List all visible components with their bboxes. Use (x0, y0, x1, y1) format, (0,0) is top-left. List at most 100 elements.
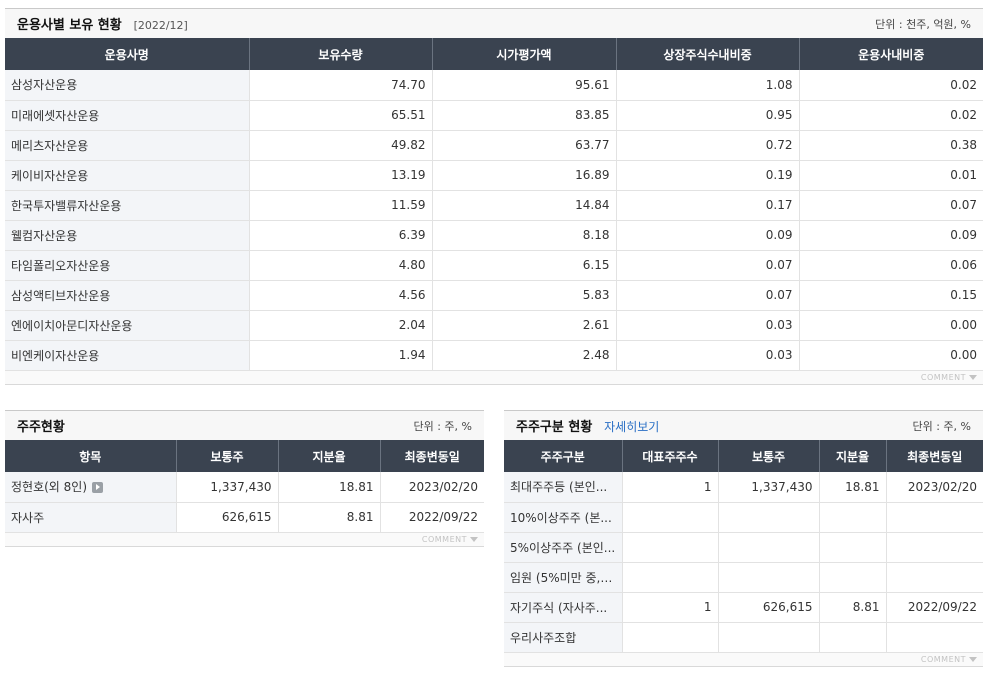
table-cell (717, 532, 819, 563)
table-row: 비엔케이자산운용 1.94 2.48 0.03 0.00 (5, 340, 983, 371)
table-cell (621, 622, 718, 653)
table-row: 임원 (5%미만 중, ... (504, 562, 983, 593)
table-cell: 6.15 (431, 250, 616, 281)
table-cell: 13.19 (248, 160, 432, 191)
column-header: 항목 (5, 440, 176, 472)
table-cell: 83.85 (431, 100, 616, 131)
table-cell: 626,615 (717, 592, 819, 623)
table-cell: 4.56 (248, 280, 432, 311)
table-cell (717, 562, 819, 593)
table-cell: 95.61 (431, 70, 616, 101)
table-cell (818, 532, 886, 563)
table-cell: 0.00 (798, 310, 983, 341)
table-row: 최대주주등 (본인... 1 1,337,430 18.81 2023/02/20 (504, 472, 983, 503)
row-label: 자사주 (5, 502, 176, 533)
column-header: 상장주식수내비중 (615, 38, 799, 70)
table-cell: 0.17 (615, 190, 799, 221)
row-label: 10%이상주주 (본... (504, 502, 622, 533)
table-row: 케이비자산운용 13.19 16.89 0.19 0.01 (5, 160, 983, 191)
column-header: 보통주 (717, 440, 819, 472)
table-row: 삼성액티브자산운용 4.56 5.83 0.07 0.15 (5, 280, 983, 311)
table-cell: 0.07 (798, 190, 983, 221)
chevron-down-icon (969, 374, 977, 380)
table-cell (717, 502, 819, 533)
row-label: 엔에이치아문디자산운용 (5, 310, 249, 341)
column-header: 운용사명 (5, 38, 249, 70)
fund-holdings-table: 운용사명 보유수량 시가평가액 상장주식수내비중 운용사내비중 삼성자산운용 74.70 9… (5, 38, 983, 371)
table-row: 정현호(외 8인) 1,337,430 18.81 2023/02/20 (5, 472, 484, 503)
table-cell: 2023/02/20 (379, 472, 484, 503)
table-cell: 14.84 (431, 190, 616, 221)
table-cell: 49.82 (248, 130, 432, 161)
table-cell: 2022/09/22 (379, 502, 484, 533)
comment-toggle[interactable]: COMMENT (422, 535, 478, 544)
column-header: 보통주 (175, 440, 278, 472)
shareholders-header: 주주현황 단위 : 주, % (5, 410, 484, 440)
table-cell: 0.38 (798, 130, 983, 161)
comment-toggle[interactable]: COMMENT (921, 655, 977, 664)
row-label: 임원 (5%미만 중, ... (504, 562, 622, 593)
row-label: 우리사주조합 (504, 622, 622, 653)
table-cell: 626,615 (175, 502, 278, 533)
table-cell: 1,337,430 (175, 472, 278, 503)
table-cell (818, 502, 886, 533)
column-header: 최종변동일 (379, 440, 484, 472)
shareholders-title: 주주현황 (17, 420, 65, 435)
table-cell: 16.89 (431, 160, 616, 191)
comment-toggle[interactable]: COMMENT (921, 373, 977, 382)
column-header: 지분율 (818, 440, 886, 472)
table-row: 타임폴리오자산운용 4.80 6.15 0.07 0.06 (5, 250, 983, 281)
table-cell: 65.51 (248, 100, 432, 131)
table-cell: 2.48 (431, 340, 616, 371)
table-cell: 0.09 (798, 220, 983, 251)
table-cell: 0.02 (798, 70, 983, 101)
shareholder-types-header: 주주구분 현황 자세히보기 단위 : 주, % (504, 410, 983, 440)
table-cell (818, 622, 886, 653)
table-cell: 74.70 (248, 70, 432, 101)
table-cell: 2.04 (248, 310, 432, 341)
row-label: 최대주주등 (본인... (504, 472, 622, 503)
table-cell: 11.59 (248, 190, 432, 221)
row-label: 웰컴자산운용 (5, 220, 249, 251)
row-label: 자기주식 (자사주... (504, 592, 622, 623)
table-row: 10%이상주주 (본... (504, 502, 983, 533)
table-row: 5%이상주주 (본인... (504, 532, 983, 563)
row-label: 비엔케이자산운용 (5, 340, 249, 371)
row-label: 케이비자산운용 (5, 160, 249, 191)
table-cell: 5.83 (431, 280, 616, 311)
table-cell: 8.81 (277, 502, 380, 533)
table-cell: 0.09 (615, 220, 799, 251)
column-header: 보유수량 (248, 38, 432, 70)
row-label: 5%이상주주 (본인... (504, 532, 622, 563)
table-cell (621, 502, 718, 533)
table-cell: 8.81 (818, 592, 886, 623)
row-label: 정현호(외 8인) (5, 472, 176, 503)
table-row: 한국투자밸류자산운용 11.59 14.84 0.17 0.07 (5, 190, 983, 221)
row-label: 삼성자산운용 (5, 70, 249, 101)
table-cell (885, 532, 983, 563)
shareholder-types-table: 주주구분 대표주주수 보통주 지분율 최종변동일 최대주주등 (본인... 1 1,337,… (504, 440, 983, 653)
shareholders-table: 항목 보통주 지분율 최종변동일 정현호(외 8인) 1,337,430 18.81 202… (5, 440, 484, 533)
row-label: 메리츠자산운용 (5, 130, 249, 161)
table-cell (885, 622, 983, 653)
table-cell: 0.03 (615, 340, 799, 371)
fund-holdings-panel: 운용사별 보유 현황 [2022/12] 단위 : 천주, 억원, % 운용사명… (5, 8, 983, 385)
table-cell: 2022/09/22 (885, 592, 983, 623)
table-row: 엔에이치아문디자산운용 2.04 2.61 0.03 0.00 (5, 310, 983, 341)
table-row: 삼성자산운용 74.70 95.61 1.08 0.02 (5, 70, 983, 101)
table-cell: 18.81 (277, 472, 380, 503)
shareholders-panel: 주주현황 단위 : 주, % 항목 보통주 지분율 최종변동일 정현호(외 8인) 1,… (5, 410, 484, 547)
table-cell: 1,337,430 (717, 472, 819, 503)
fund-holdings-footer: COMMENT (5, 370, 983, 385)
column-header: 최종변동일 (885, 440, 983, 472)
shareholders-footer: COMMENT (5, 532, 484, 547)
table-cell: 63.77 (431, 130, 616, 161)
table-cell (885, 562, 983, 593)
table-cell: 0.03 (615, 310, 799, 341)
table-cell: 18.81 (818, 472, 886, 503)
view-details-link[interactable]: 자세히보기 (604, 420, 659, 434)
table-cell (621, 562, 718, 593)
expand-arrow-icon[interactable] (92, 482, 104, 494)
table-cell: 0.06 (798, 250, 983, 281)
table-cell: 4.80 (248, 250, 432, 281)
